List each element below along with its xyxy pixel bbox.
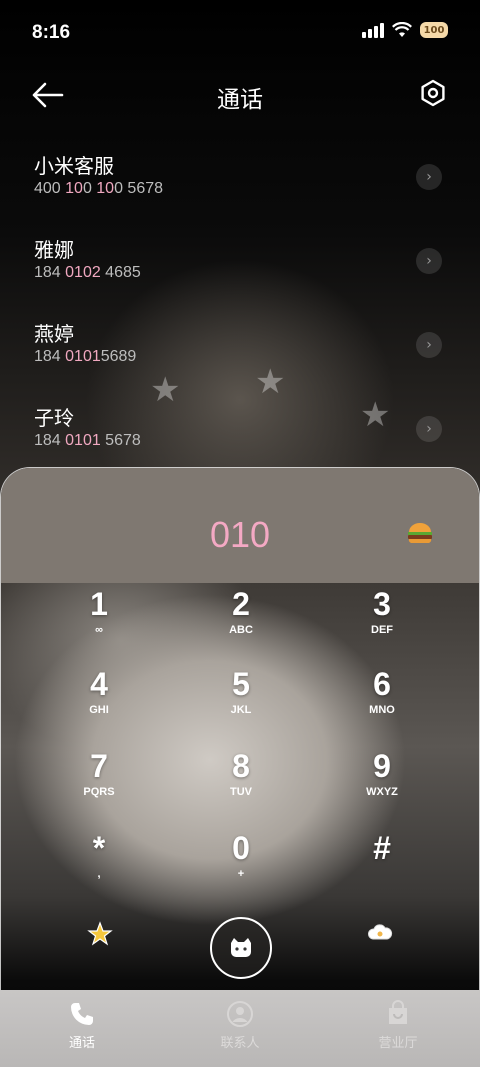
key-2[interactable]: 2 ABC	[191, 586, 291, 658]
key-5[interactable]: 5 JKL	[191, 666, 291, 738]
status-time: 8:16	[32, 22, 71, 43]
bottom-navigation: 通话 联系人 营业厅	[0, 990, 480, 1067]
contact-number: 184 01015689	[34, 348, 137, 365]
key-7[interactable]: 7 PQRS	[49, 748, 149, 820]
key-9[interactable]: 9 WXYZ	[332, 748, 432, 820]
chevron-right-icon[interactable]: ›	[416, 416, 442, 442]
status-bar: 8:16 100	[0, 0, 480, 68]
key-0[interactable]: 0 +	[191, 830, 291, 902]
burger-icon[interactable]	[405, 518, 435, 548]
voicemail-icon: ∞	[95, 624, 103, 636]
chevron-right-icon[interactable]: ›	[416, 332, 442, 358]
dialer-controls	[1, 913, 479, 993]
tab-contacts[interactable]: 联系人	[190, 1000, 290, 1051]
call-button[interactable]	[210, 917, 272, 979]
chevron-right-icon[interactable]: ›	[416, 164, 442, 190]
key-3[interactable]: 3 DEF	[332, 586, 432, 658]
contact-name: 雅娜	[34, 238, 74, 262]
battery-icon: 100	[420, 22, 448, 38]
contact-number: 184 0102 4685	[34, 264, 141, 281]
cat-face-icon	[231, 938, 251, 957]
tab-label: 联系人	[220, 1036, 260, 1051]
page-title: 通话	[217, 87, 263, 113]
tab-label: 营业厅	[378, 1036, 418, 1051]
key-8[interactable]: 8 TUV	[191, 748, 291, 820]
key-4[interactable]: 4 GHI	[49, 666, 149, 738]
list-item[interactable]: 小米客服 400 100 100 5678 ›	[0, 140, 480, 216]
contact-name: 子玲	[34, 406, 74, 430]
tab-calls[interactable]: 通话	[32, 1000, 132, 1051]
store-icon	[389, 1000, 407, 1024]
phone-icon	[71, 1003, 93, 1025]
contact-name: 燕婷	[34, 322, 74, 346]
dialer-panel: 010 1 ∞ 2 ABC 3 DEF 4 GHI 5 JKL 6 MNO 7 PQRS 8T…	[0, 467, 480, 997]
wifi-icon	[392, 22, 412, 37]
contacts-icon	[227, 1001, 253, 1027]
key-6[interactable]: 6 MNO	[332, 666, 432, 738]
chevron-right-icon[interactable]: ›	[416, 248, 442, 274]
app-header: 通话	[0, 72, 480, 118]
star-sticker-icon[interactable]	[87, 921, 113, 947]
contact-number: 184 0101 5678	[34, 432, 141, 449]
contact-name: 小米客服	[34, 154, 114, 178]
tab-label: 通话	[68, 1036, 95, 1051]
list-item[interactable]: 燕婷 184 01015689 ›	[0, 308, 480, 384]
dial-display: 010	[1, 468, 479, 583]
key-hash[interactable]: #	[332, 830, 432, 902]
key-1[interactable]: 1 ∞	[49, 586, 149, 658]
settings-icon[interactable]	[418, 78, 448, 108]
list-item[interactable]: 子玲 184 0101 5678 ›	[0, 392, 480, 468]
contact-number: 400 100 100 5678	[34, 180, 164, 197]
key-star[interactable]: *,	[49, 830, 149, 902]
cloud-sticker-icon[interactable]	[367, 921, 393, 947]
signal-icon	[362, 22, 384, 38]
list-item[interactable]: 雅娜 184 0102 4685 ›	[0, 224, 480, 300]
tab-store[interactable]: 营业厅	[348, 1000, 448, 1051]
